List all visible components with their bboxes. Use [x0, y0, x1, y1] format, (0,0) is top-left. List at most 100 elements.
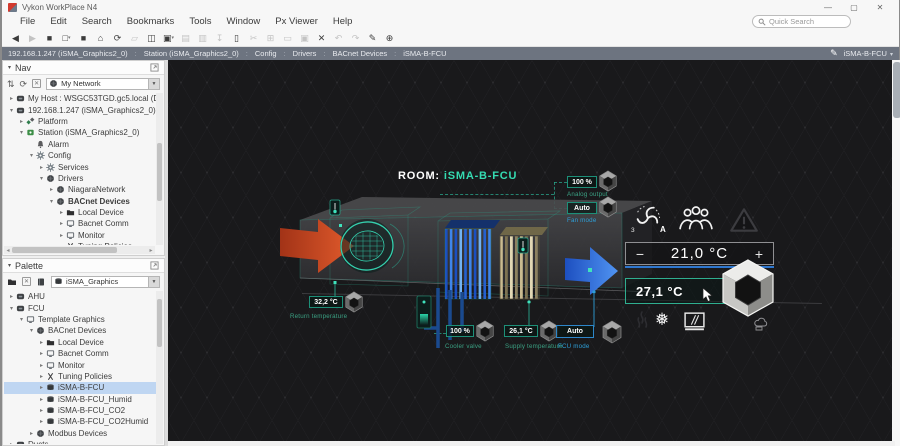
twisty-icon[interactable]: ▸	[37, 350, 46, 357]
main-vertical-scrollbar[interactable]	[892, 60, 900, 446]
fcu-mode-value[interactable]: Auto	[556, 325, 594, 338]
twisty-icon[interactable]: ▸	[27, 430, 36, 437]
crumb-bacnet-devices[interactable]: BACnet Devices	[333, 49, 388, 58]
palette-dropdown[interactable]: iSMA_Graphics ▼	[51, 275, 160, 288]
undo-icon[interactable]: ↶	[331, 31, 346, 45]
scroll-left-icon[interactable]: ◂	[4, 247, 12, 254]
tree-item-isma-b-fcu-co2humid[interactable]: ▸ iSMA-B-FCU_CO2Humid	[4, 416, 156, 427]
menu-bookmarks[interactable]: Bookmarks	[127, 16, 175, 27]
menu-search[interactable]: Search	[82, 16, 112, 27]
tree-item-bacnet-devices[interactable]: ▾ BACnet Devices	[4, 196, 156, 207]
tree-item-services[interactable]: ▸ Services	[4, 161, 156, 172]
open-palette-icon[interactable]	[7, 277, 17, 287]
main-horizontal-scrollbar[interactable]	[168, 441, 895, 446]
crumb-config[interactable]: Config	[255, 49, 277, 58]
palette-panel-header[interactable]: ▾ Palette	[3, 259, 164, 273]
open-folder-icon[interactable]: ▣▾	[161, 31, 176, 45]
view-selector[interactable]: iSMA-B-FCU ▾	[844, 49, 893, 58]
twisty-icon[interactable]: ▸	[47, 186, 56, 193]
tree-item-config[interactable]: ▾ Config	[4, 150, 156, 161]
tree-item-drivers[interactable]: ▾ Drivers	[4, 173, 156, 184]
tree-item-my-host-wsgc53tgd-gc5-local-demofromappoint[interactable]: ▸ My Host : WSGC53TGD.gc5.local (DemoFrom…	[4, 93, 156, 104]
twisty-icon[interactable]: ▸	[7, 441, 16, 444]
delete-icon[interactable]: ✕	[314, 31, 329, 45]
quick-search-input[interactable]: Quick Search	[752, 15, 851, 28]
duplicate-icon[interactable]: ▣	[297, 31, 312, 45]
crumb-drivers[interactable]: Drivers	[293, 49, 317, 58]
twisty-icon[interactable]: ▸	[7, 293, 16, 300]
close-view-icon[interactable]: ✕	[32, 79, 42, 88]
popout-icon[interactable]	[150, 261, 159, 270]
maximize-button[interactable]: ▢	[841, 3, 867, 12]
tree-item-platform[interactable]: ▸ Platform	[4, 116, 156, 127]
minimize-button[interactable]: —	[815, 3, 841, 12]
refresh-icon[interactable]: ⟳	[110, 31, 125, 45]
web-browser-icon[interactable]: ⊕	[382, 31, 397, 45]
nav-scope-dropdown[interactable]: My Network ▼	[46, 77, 160, 90]
copy-icon[interactable]: ⊞	[263, 31, 278, 45]
twisty-icon[interactable]: ▾	[17, 316, 26, 323]
dropdown-caret-icon[interactable]: ▼	[148, 78, 159, 89]
twisty-icon[interactable]: ▾	[7, 305, 16, 312]
twisty-icon[interactable]: ▾	[27, 327, 36, 334]
analog-output-value[interactable]: 100 %	[567, 176, 597, 188]
home-icon[interactable]: ⌂	[93, 31, 108, 45]
tree-item-isma-b-fcu-co2[interactable]: ▸ iSMA-B-FCU_CO2	[4, 405, 156, 416]
tree-item-ducts[interactable]: ▸ Ducts	[4, 439, 156, 444]
collapse-icon[interactable]: ▾	[8, 262, 11, 269]
twisty-icon[interactable]: ▾	[47, 198, 56, 205]
palette-library-icon[interactable]	[36, 277, 46, 287]
refresh-icon[interactable]: ⟳	[20, 79, 28, 89]
popout-icon[interactable]	[150, 63, 159, 72]
tree-item-monitor[interactable]: ▸ Monitor	[4, 359, 156, 370]
twisty-icon[interactable]: ▾	[37, 175, 46, 182]
palette-vertical-scrollbar[interactable]	[156, 291, 163, 444]
close-button[interactable]: ✕	[867, 3, 893, 12]
tree-item-niagaranetwork[interactable]: ▸ NiagaraNetwork	[4, 184, 156, 195]
twisty-icon[interactable]: ▸	[57, 232, 66, 239]
tree-item-fcu[interactable]: ▾ FCU	[4, 302, 156, 313]
new-document-icon[interactable]: ▯	[229, 31, 244, 45]
twisty-icon[interactable]: ▸	[37, 384, 46, 391]
twisty-icon[interactable]: ▸	[17, 118, 26, 125]
sort-icon[interactable]: ⇅	[7, 79, 15, 89]
recent-dropdown-icon[interactable]: □▾	[59, 31, 74, 45]
save-icon[interactable]: ▤	[178, 31, 193, 45]
twisty-icon[interactable]: ▸	[7, 95, 16, 102]
tree-item-bacnet-comm[interactable]: ▸ Bacnet Comm	[4, 348, 156, 359]
menu-window[interactable]: Window	[227, 16, 261, 27]
save-all-icon[interactable]: ▥	[195, 31, 210, 45]
nav-vertical-scrollbar[interactable]	[156, 93, 163, 245]
dropdown-caret-icon[interactable]: ▼	[148, 276, 159, 287]
tree-item-isma-b-fcu[interactable]: ▸ iSMA-B-FCU	[4, 382, 156, 394]
twisty-icon[interactable]: ▸	[37, 373, 46, 380]
fan-mode-value[interactable]: Auto	[567, 202, 597, 214]
paste-icon[interactable]: ▭	[280, 31, 295, 45]
close-palette-icon[interactable]: ✕	[22, 277, 31, 286]
twisty-icon[interactable]: ▸	[57, 209, 66, 216]
twisty-icon[interactable]: ▾	[17, 129, 26, 136]
edit-icon[interactable]: ✎	[365, 31, 380, 45]
menu-edit[interactable]: Edit	[50, 16, 66, 27]
forward-icon[interactable]: ▶	[25, 31, 40, 45]
import-icon[interactable]: ↧	[212, 31, 227, 45]
twisty-icon[interactable]: ▸	[37, 418, 46, 425]
nav-panel-header[interactable]: ▾ Nav	[3, 61, 164, 75]
stop-icon[interactable]: ▱	[127, 31, 142, 45]
tree-item-192-168-1-247-isma-graphics2-0[interactable]: ▾ 192.168.1.247 (iSMA_Graphics2_0)	[4, 104, 156, 115]
tree-item-isma-b-fcu-humid[interactable]: ▸ iSMA-B-FCU_Humid	[4, 394, 156, 405]
nav-horizontal-scrollbar[interactable]: ◂ ▸	[4, 246, 155, 254]
tree-item-local-device[interactable]: ▸ Local Device	[4, 337, 156, 348]
crumb-isma-b-fcu[interactable]: iSMA-B-FCU	[403, 49, 446, 58]
tree-item-tuning-policies[interactable]: ▸ Tuning Policies	[4, 371, 156, 382]
twisty-icon[interactable]: ▸	[37, 339, 46, 346]
back-icon[interactable]: ◀	[8, 31, 23, 45]
crumb-station-isma-graphics2-0[interactable]: Station (iSMA_Graphics2_0)	[144, 49, 239, 58]
crumb-192-168-1-247-isma-graphics2-0[interactable]: 192.168.1.247 (iSMA_Graphics2_0)	[8, 49, 128, 58]
tree-item-local-device[interactable]: ▸ Local Device	[4, 207, 156, 218]
split-view-icon[interactable]: ◫	[144, 31, 159, 45]
tree-item-monitor[interactable]: ▸ Monitor	[4, 230, 156, 241]
scroll-right-icon[interactable]: ▸	[147, 247, 155, 254]
menu-help[interactable]: Help	[333, 16, 353, 27]
tree-item-tuning-policies[interactable]: ▸ Tuning Policies	[4, 241, 156, 245]
